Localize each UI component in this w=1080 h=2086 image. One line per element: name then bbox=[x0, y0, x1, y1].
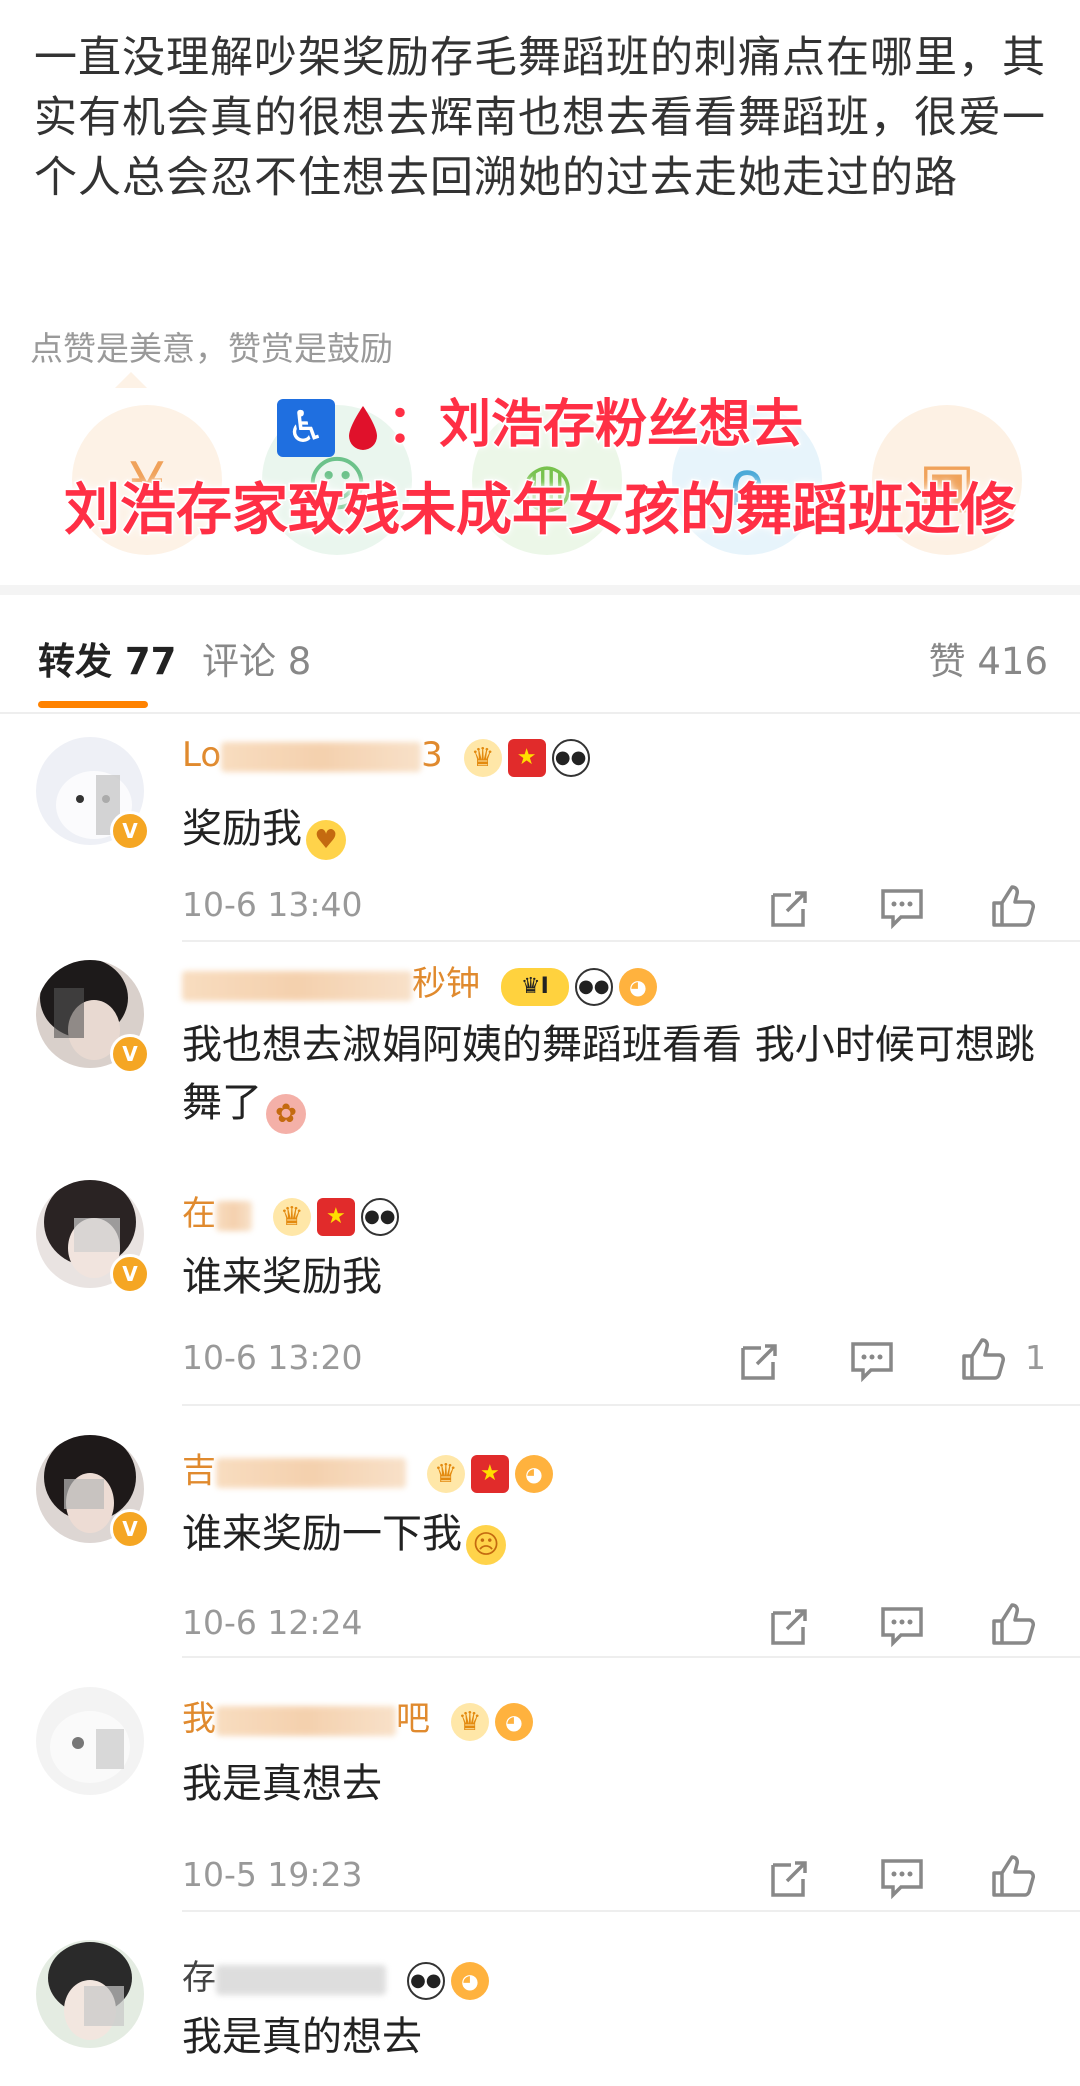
panda-badge-icon: ●● bbox=[574, 967, 613, 1006]
comment-text: 谁来奖励我 bbox=[182, 1254, 382, 1300]
fish-badge-icon: ◕ bbox=[618, 967, 657, 1006]
username[interactable]: 吉 ♛ ★ ◕ bbox=[182, 1443, 559, 1493]
tab-like[interactable]: 赞 416 bbox=[929, 631, 1048, 685]
fish-badge-icon: ◕ bbox=[450, 1961, 489, 2000]
username[interactable]: 我吧 ♛ ◕ bbox=[182, 1691, 539, 1741]
panda-badge-icon: ●● bbox=[406, 1961, 445, 2000]
comment-text: 我是真想去 bbox=[182, 1761, 382, 1807]
share-icon[interactable] bbox=[735, 1336, 785, 1386]
crown-badge-icon: ♛ bbox=[463, 738, 502, 777]
username[interactable]: Lo 3 ♛ ★ ●● bbox=[182, 735, 596, 777]
flag-badge-icon: ★ bbox=[470, 1454, 509, 1493]
share-icon[interactable] bbox=[765, 1853, 815, 1903]
active-tab-indicator bbox=[38, 701, 148, 708]
divider bbox=[182, 1910, 1080, 1912]
crown-badge-icon: ♛ bbox=[450, 1702, 489, 1741]
crown-badge-icon: ♛ bbox=[426, 1454, 465, 1493]
divider bbox=[182, 1404, 1080, 1406]
divider bbox=[182, 940, 1080, 942]
panda-badge-icon: ●● bbox=[360, 1197, 399, 1236]
comment-time: 10-6 12:24 bbox=[182, 1603, 363, 1642]
comment-text: 谁来奖励一下我 ☹ bbox=[182, 1505, 1042, 1565]
comment-icon[interactable] bbox=[877, 1601, 927, 1651]
tab-repost[interactable]: 转发 77 bbox=[38, 631, 176, 685]
emoji-icon: ✿ bbox=[266, 1094, 306, 1134]
flag-badge-icon: ★ bbox=[507, 738, 546, 777]
avatar[interactable] bbox=[34, 1685, 154, 1805]
avatar[interactable]: V bbox=[34, 1433, 154, 1553]
username[interactable]: 存 ●● ◕ bbox=[182, 1950, 495, 2000]
avatar[interactable]: V bbox=[34, 958, 154, 1078]
overlay-caption-line1: ♿ ：刘浩存粉丝想去 bbox=[0, 382, 1080, 457]
like-icon[interactable] bbox=[988, 1599, 1038, 1649]
fish-badge-icon: ◕ bbox=[514, 1454, 553, 1493]
like-icon[interactable] bbox=[958, 1334, 1008, 1384]
divider bbox=[182, 1656, 1080, 1658]
overlay-line1-text: ：刘浩存粉丝想去 bbox=[385, 394, 804, 457]
like-icon[interactable] bbox=[988, 1851, 1038, 1901]
fish-badge-icon: ◕ bbox=[494, 1702, 533, 1741]
avatar[interactable]: V bbox=[34, 1178, 154, 1298]
avatar[interactable]: V bbox=[34, 735, 154, 855]
tab-comment[interactable]: 评论 8 bbox=[202, 631, 311, 685]
blood-drop-icon bbox=[348, 406, 377, 450]
comment-icon[interactable] bbox=[847, 1336, 897, 1386]
like-icon[interactable] bbox=[988, 881, 1038, 931]
overlay-caption-line2: 刘浩存家致残未成年女孩的舞蹈班进修 bbox=[63, 477, 1018, 545]
tabs-divider bbox=[0, 712, 1080, 714]
verified-badge-icon: V bbox=[110, 1034, 150, 1074]
comment-icon[interactable] bbox=[877, 883, 927, 933]
wheelchair-icon: ♿ bbox=[276, 399, 335, 457]
like-count: 1 bbox=[1025, 1338, 1046, 1377]
comment-time: 10-5 19:23 bbox=[182, 1855, 363, 1894]
share-icon[interactable] bbox=[765, 1601, 815, 1651]
verified-badge-icon: V bbox=[110, 1254, 150, 1294]
comment-text: 奖励我 ♥ bbox=[182, 800, 1042, 860]
username[interactable]: 秒钟 ♛I ●● ◕ bbox=[182, 956, 663, 1006]
share-icon[interactable] bbox=[765, 883, 815, 933]
avatar[interactable] bbox=[34, 1938, 154, 2058]
username[interactable]: 在 ♛ ★ ●● bbox=[182, 1186, 405, 1236]
verified-badge-icon: V bbox=[110, 811, 150, 851]
vip-badge-icon: ♛I bbox=[500, 967, 569, 1006]
flag-badge-icon: ★ bbox=[316, 1197, 355, 1236]
emoji-icon: ♥ bbox=[306, 820, 346, 860]
comment-time: 10-6 13:40 bbox=[182, 885, 363, 924]
comment-text: 我也想去淑娟阿姨的舞蹈班看看 我小时候可想跳舞了 ✿ bbox=[182, 1016, 1042, 1134]
comment-time: 10-6 13:20 bbox=[182, 1338, 363, 1377]
post-text: 一直没理解吵架奖励存毛舞蹈班的刺痛点在哪里，其实有机会真的很想去辉南也想去看看舞… bbox=[34, 33, 1046, 203]
tab-bar: 转发 77 评论 8 赞 416 bbox=[0, 595, 1080, 715]
panda-badge-icon: ●● bbox=[551, 738, 590, 777]
comment-text: 我是真的想去 bbox=[182, 2014, 422, 2060]
verified-badge-icon: V bbox=[110, 1509, 150, 1549]
section-divider bbox=[0, 585, 1080, 595]
reward-hint: 点赞是美意，赞赏是鼓励 bbox=[30, 329, 393, 368]
comment-icon[interactable] bbox=[877, 1853, 927, 1903]
emoji-icon: ☹ bbox=[466, 1525, 506, 1565]
crown-badge-icon: ♛ bbox=[272, 1197, 311, 1236]
